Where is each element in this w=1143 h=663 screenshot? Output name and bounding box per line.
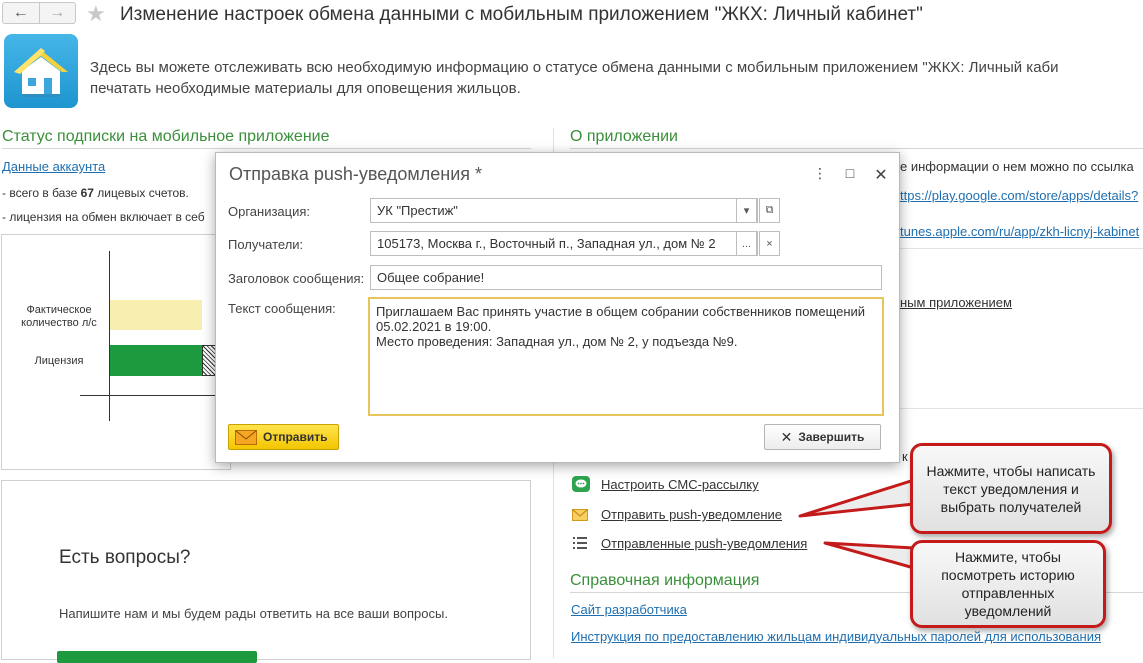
subscription-section-title: Статус подписки на мобильное приложение <box>2 128 330 145</box>
app-logo <box>4 34 78 108</box>
app-store-link[interactable]: tunes.apple.com/ru/app/zkh-licnyj-kabine… <box>900 224 1139 239</box>
right-divider <box>570 148 1143 149</box>
page-title: Изменение настроек обмена данными с моби… <box>120 4 923 25</box>
envelope-icon <box>235 429 257 445</box>
sent-push-link[interactable]: Отправленные push-уведомления <box>601 536 807 551</box>
subject-label: Заголовок сообщения: <box>228 271 365 286</box>
license-text: - лицензия на обмен включает в себ <box>2 210 205 224</box>
list-icon <box>572 536 588 555</box>
open-icon[interactable]: ⧉ <box>759 198 780 223</box>
select-ellipsis-icon[interactable]: ... <box>736 231 757 256</box>
send-button[interactable]: Отправить <box>228 424 339 450</box>
intro-line-1: Здесь вы можете отслеживать всю необходи… <box>90 59 1059 76</box>
close-icon[interactable]: ✕ <box>871 165 891 185</box>
about-section-title: О приложении <box>570 128 678 145</box>
intro-text: Здесь вы можете отслеживать всю необходи… <box>90 57 1059 99</box>
left-divider <box>2 148 531 149</box>
sms-icon <box>572 476 590 492</box>
questions-title: Есть вопросы? <box>59 547 191 568</box>
maximize-icon[interactable]: □ <box>840 165 860 181</box>
star-icon[interactable]: ★ <box>86 1 106 27</box>
callout-send-push: Нажмите, чтобы написать текст уведомлени… <box>910 443 1112 534</box>
stat-count: 67 <box>80 186 94 200</box>
questions-card: Есть вопросы? Напишите нам и мы будем ра… <box>1 480 531 663</box>
account-data-link-text[interactable]: Данные аккаунта <box>2 159 105 174</box>
back-button[interactable]: ← <box>3 3 39 23</box>
bar-label-license: Лицензия <box>34 355 84 367</box>
more-options-icon[interactable]: ⋮ <box>810 165 830 182</box>
envelope-icon <box>572 508 588 526</box>
instruction-link[interactable]: Инструкция по предоставлению жильцам инд… <box>571 629 1101 644</box>
chevron-down-icon[interactable]: ▾ <box>736 198 757 223</box>
recipients-field[interactable]: 105173, Москва г., Восточный п., Западна… <box>370 231 758 256</box>
org-field[interactable]: УК "Престиж" <box>370 198 758 223</box>
arrow-left-icon: ← <box>12 4 29 21</box>
send-push-link[interactable]: Отправить push-уведомление <box>601 507 782 522</box>
account-data-link[interactable]: Данные аккаунта <box>2 159 105 174</box>
recipients-label: Получатели: <box>228 237 304 252</box>
bar-label-fact: Фактическое количество л/с <box>21 304 97 329</box>
stat-suffix: лицевых счетов. <box>93 186 189 200</box>
callout-pointers <box>798 478 916 570</box>
google-play-link[interactable]: ttps://play.google.com/store/apps/detail… <box>900 188 1138 203</box>
org-label: Организация: <box>228 204 311 219</box>
reference-section-title: Справочная информация <box>570 572 760 589</box>
right-inner-divider-2 <box>900 408 1143 409</box>
chart-x-axis <box>80 395 230 396</box>
bar-license <box>110 345 202 376</box>
callout-sent-history: Нажмите, чтобы посмотреть историю отправ… <box>910 540 1106 628</box>
push-notification-dialog: Отправка push-уведомления * ⋮ □ ✕ Органи… <box>215 152 900 463</box>
forward-button[interactable]: → <box>38 3 76 23</box>
license-chart: Фактическое количество л/с Лицензия <box>1 234 231 470</box>
app-link[interactable]: ным приложением <box>900 295 1012 310</box>
right-inner-divider <box>900 248 1143 249</box>
message-label: Текст сообщения: <box>228 301 336 316</box>
send-button-label: Отправить <box>263 430 328 444</box>
stat-prefix: - всего в базе <box>2 186 81 200</box>
bar-license-overflow <box>202 345 216 376</box>
developer-site-link[interactable]: Сайт разработчика <box>571 602 687 617</box>
accounts-count-text: - всего в базе 67 лицевых счетов. <box>2 186 189 200</box>
arrow-right-icon: → <box>49 4 66 21</box>
dialog-title: Отправка push-уведомления * <box>229 164 483 184</box>
navigation-buttons: ← → <box>2 2 76 24</box>
clear-icon[interactable]: × <box>759 231 780 256</box>
bar-fact <box>110 300 202 330</box>
intro-line-2: печатать необходимые материалы для опове… <box>90 80 521 97</box>
contact-button[interactable] <box>57 651 257 663</box>
about-info-text: е информации о нем можно по ссылка <box>900 159 1134 174</box>
questions-text: Напишите нам и мы будем рады ответить на… <box>59 606 448 621</box>
subject-field[interactable]: Общее собрание! <box>370 265 882 290</box>
message-textarea[interactable]: Приглашаем Вас принять участие в общем с… <box>368 297 884 416</box>
setup-sms-link[interactable]: Настроить СМС-рассылку <box>601 477 759 492</box>
